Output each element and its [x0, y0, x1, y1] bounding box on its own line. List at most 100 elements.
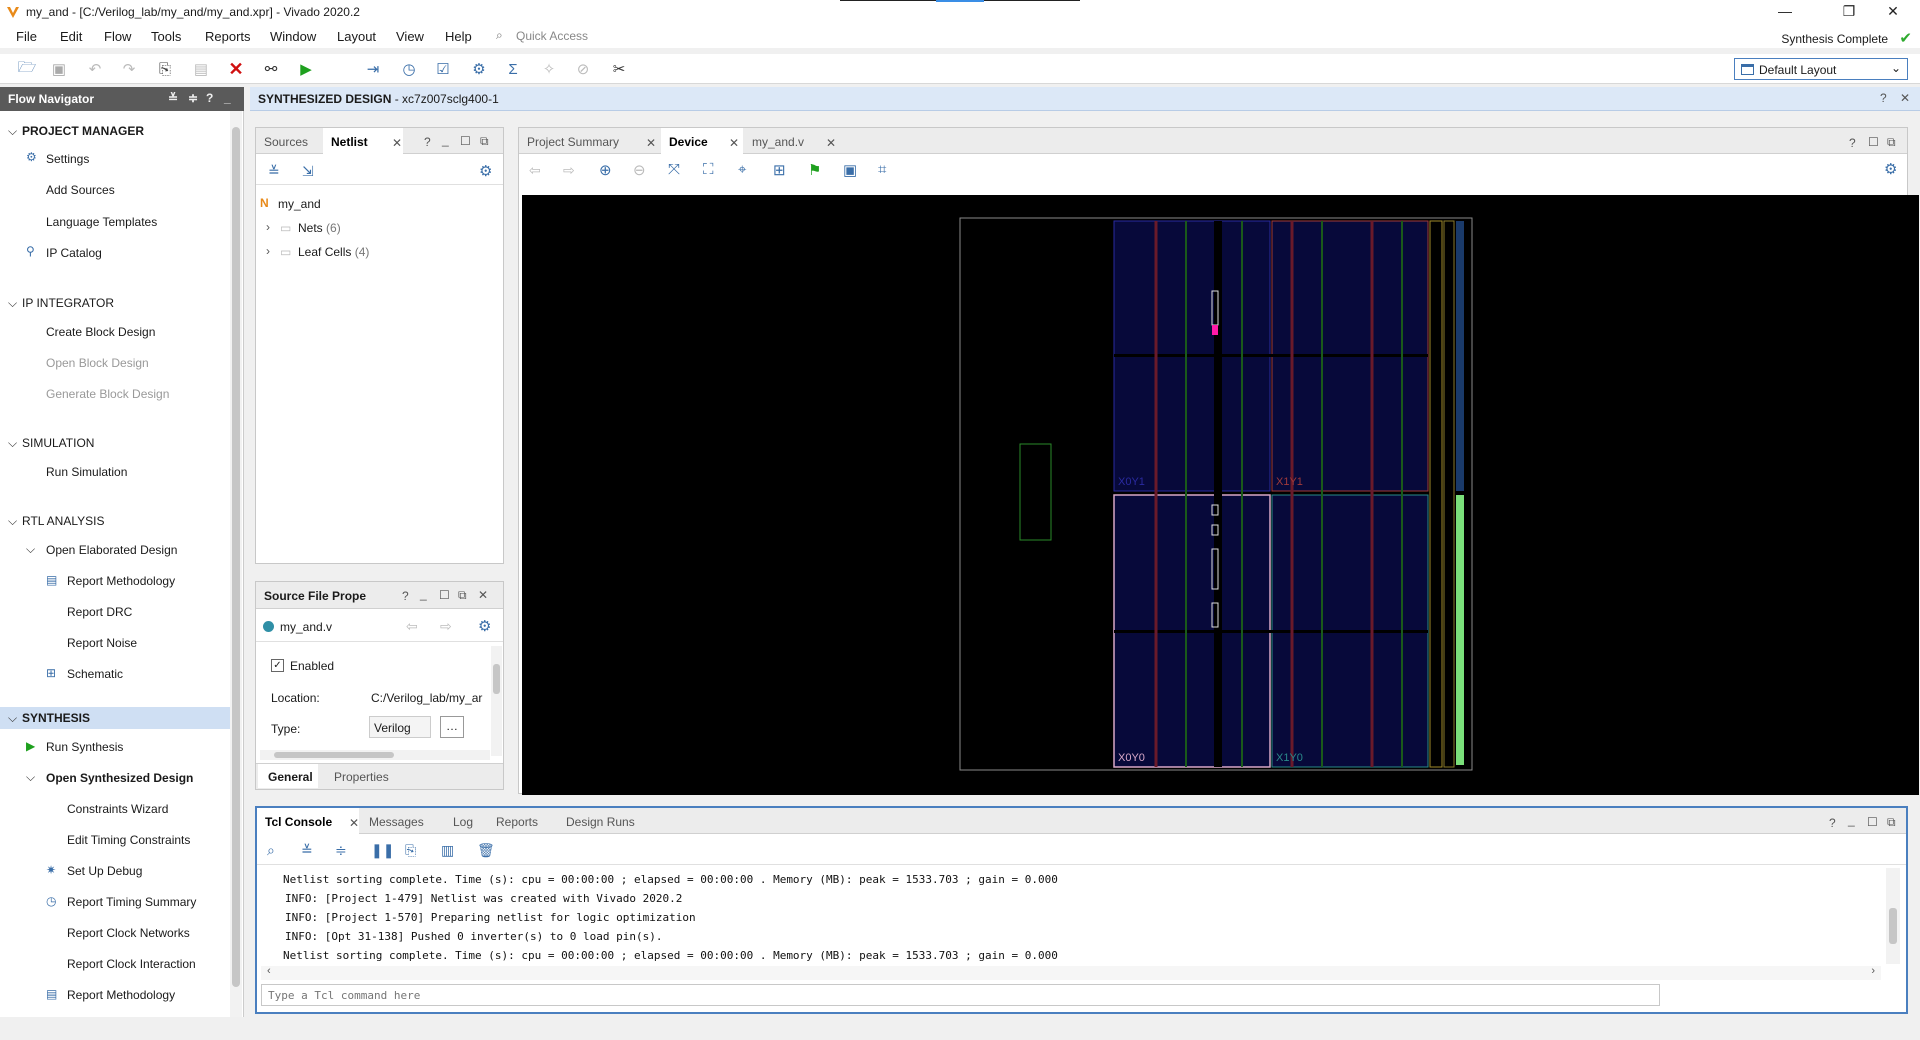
float-panel-icon[interactable]: ⧉ — [458, 588, 467, 603]
menu-file[interactable]: File — [16, 29, 37, 44]
close-window-button[interactable]: ✕ — [1870, 0, 1916, 24]
menu-edit[interactable]: Edit — [60, 29, 82, 44]
nav-item-settings[interactable]: Settings — [46, 152, 89, 166]
tab-my-and-v[interactable]: my_and.v — [744, 128, 812, 154]
select-area-icon[interactable]: ⌗ — [878, 161, 886, 178]
device-view-canvas[interactable]: X0Y1 X1Y1 X0Y0 X1Y0 — [522, 195, 1919, 795]
caret-down-icon[interactable]: ⌵ — [26, 770, 35, 785]
nav-section-rtl-analysis[interactable]: ⌵ RTL ANALYSIS — [8, 514, 104, 529]
close-icon[interactable]: ✕ — [478, 588, 488, 602]
nav-section-ip-integrator[interactable]: ⌵ IP INTEGRATOR — [8, 296, 114, 311]
close-tab-icon[interactable]: ✕ — [826, 136, 836, 150]
caret-down-icon[interactable]: ⌵ — [26, 542, 35, 557]
collapse-all-icon[interactable]: ≚ — [268, 163, 280, 180]
run-icon[interactable]: ▶ — [295, 58, 317, 80]
tab-tcl-console[interactable]: Tcl Console — [257, 808, 359, 834]
delete-icon[interactable]: ✕ — [225, 58, 247, 80]
tab-netlist[interactable]: Netlist — [323, 128, 403, 154]
back-arrow-icon[interactable]: ⇦ — [406, 618, 418, 635]
nav-item-run-synthesis[interactable]: Run Synthesis — [46, 740, 123, 754]
nav-item-report-clock-networks[interactable]: Report Clock Networks — [67, 926, 190, 940]
redo-icon[interactable]: ↷ — [118, 58, 140, 80]
route-icon[interactable]: ⚑ — [808, 161, 821, 179]
console-h-scrollbar[interactable]: ‹ › — [261, 965, 1881, 980]
nav-item-create-block-design[interactable]: Create Block Design — [46, 325, 155, 339]
copy-icon[interactable]: ⎘ — [405, 842, 416, 859]
nav-item-schematic[interactable]: Schematic — [67, 667, 123, 681]
tab-sources[interactable]: Sources — [256, 128, 316, 154]
chevron-right-icon[interactable]: › — [266, 244, 270, 258]
nav-item-generate-block-design[interactable]: Generate Block Design — [46, 387, 169, 401]
menu-tools[interactable]: Tools — [151, 29, 181, 44]
menu-window[interactable]: Window — [270, 29, 316, 44]
tab-properties[interactable]: Properties — [334, 770, 389, 784]
close-icon[interactable]: ✕ — [1900, 91, 1910, 105]
menu-flow[interactable]: Flow — [104, 29, 131, 44]
netlist-top-name[interactable]: my_and — [278, 197, 321, 211]
table-icon[interactable]: ▥ — [441, 842, 454, 859]
auto-fit-icon[interactable]: ⌖ — [738, 161, 746, 178]
zoom-in-icon[interactable]: ⊕ — [599, 161, 612, 179]
close-tab-icon[interactable]: ✕ — [646, 136, 656, 150]
debug-icon[interactable]: ✧ — [538, 58, 560, 80]
tab-messages[interactable]: Messages — [361, 808, 432, 834]
pause-icon[interactable]: ❚❚ — [371, 842, 394, 859]
pblock-icon[interactable]: ▣ — [843, 161, 857, 179]
nav-item-ip-catalog[interactable]: IP Catalog — [46, 246, 102, 260]
nav-item-report-methodology-rtl[interactable]: Report Methodology — [67, 574, 175, 588]
program-device-icon[interactable]: ⇥ — [362, 58, 384, 80]
zoom-out-icon[interactable]: ⊖ — [633, 161, 646, 179]
nav-item-run-simulation[interactable]: Run Simulation — [46, 465, 127, 479]
help-icon[interactable]: ? — [402, 589, 409, 603]
search-icon[interactable]: ⌕ — [267, 842, 275, 859]
tab-general[interactable]: General — [258, 764, 318, 788]
type-field[interactable]: Verilog — [369, 716, 431, 738]
report-icon[interactable]: ◷ — [398, 58, 420, 80]
nav-item-report-methodology-synth[interactable]: Report Methodology — [67, 988, 175, 1002]
chevron-right-icon[interactable]: › — [266, 220, 270, 234]
tools-icon[interactable]: ✂ — [608, 58, 630, 80]
nav-scrollbar[interactable] — [230, 111, 242, 1017]
float-panel-icon[interactable]: ⧉ — [480, 134, 489, 149]
nav-section-project-manager[interactable]: ⌵ PROJECT MANAGER — [8, 124, 144, 139]
save-icon[interactable]: ▣ — [48, 58, 70, 80]
probe-icon[interactable]: ⊘ — [572, 58, 594, 80]
nav-scroll-thumb[interactable] — [232, 127, 240, 987]
nav-item-language-templates[interactable]: Language Templates — [46, 215, 157, 229]
clear-icon[interactable]: 🗑 — [477, 842, 495, 859]
tcl-command-input[interactable] — [262, 985, 1659, 1005]
gear-icon[interactable]: ⚙ — [479, 162, 492, 180]
hierarchy-icon[interactable]: ⇲ — [302, 163, 314, 180]
help-icon[interactable]: ? — [1880, 91, 1887, 105]
maximize-button[interactable]: ❐ — [1826, 0, 1872, 24]
close-tab-icon[interactable]: ✕ — [392, 136, 402, 150]
forward-arrow-icon[interactable]: ⇨ — [440, 618, 452, 635]
nav-item-report-timing-summary[interactable]: Report Timing Summary — [67, 895, 196, 909]
maximize-panel-icon[interactable]: ☐ — [439, 588, 450, 602]
menu-help[interactable]: Help — [445, 29, 472, 44]
autoconnect-icon[interactable]: ⚯ — [260, 58, 282, 80]
properties-h-scrollbar[interactable] — [260, 750, 490, 760]
help-icon[interactable]: ? — [206, 91, 213, 105]
close-tab-icon[interactable]: ✕ — [729, 136, 739, 150]
tab-design-runs[interactable]: Design Runs — [558, 808, 643, 834]
tab-log[interactable]: Log — [445, 808, 481, 834]
undo-icon[interactable]: ↶ — [84, 58, 106, 80]
gear-icon[interactable]: ⚙ — [1884, 160, 1897, 178]
back-arrow-icon[interactable]: ⇦ — [529, 162, 541, 179]
type-browse-button[interactable]: … — [440, 716, 464, 738]
nav-item-report-drc[interactable]: Report DRC — [67, 605, 132, 619]
tab-reports[interactable]: Reports — [488, 808, 546, 834]
gear-icon[interactable]: ⚙ — [478, 617, 491, 635]
tab-project-summary[interactable]: Project Summary — [519, 128, 627, 154]
maximize-panel-icon[interactable]: ☐ — [460, 134, 471, 148]
nav-item-set-up-debug[interactable]: Set Up Debug — [67, 864, 142, 878]
checklist-icon[interactable]: ☑ — [432, 58, 454, 80]
nav-item-open-block-design[interactable]: Open Block Design — [46, 356, 149, 370]
grid-icon[interactable]: ⊞ — [773, 161, 786, 179]
help-icon[interactable]: ? — [1849, 136, 1856, 150]
nav-section-synthesis[interactable]: ⌵ SYNTHESIS — [8, 711, 90, 726]
quick-access-field[interactable]: ⌕ Quick Access — [488, 26, 640, 46]
nav-section-simulation[interactable]: ⌵ SIMULATION — [8, 436, 94, 451]
float-panel-icon[interactable]: ⧉ — [1887, 815, 1896, 830]
